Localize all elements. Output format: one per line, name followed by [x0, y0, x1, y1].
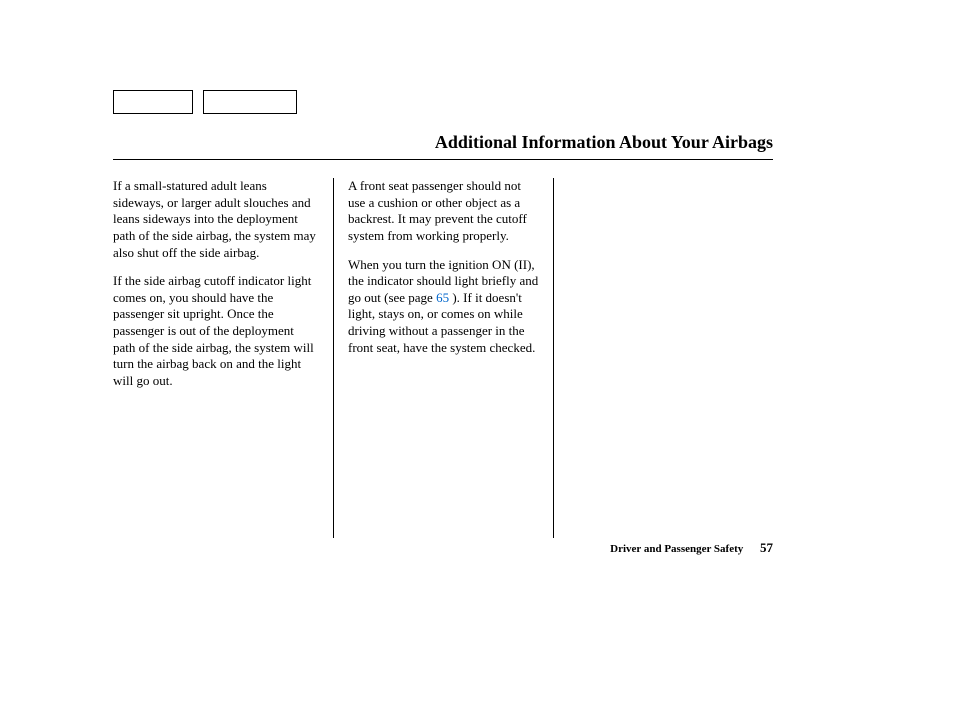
column-3 — [553, 178, 773, 538]
col2-para2: When you turn the ignition ON (II), the … — [348, 257, 539, 357]
col1-para1: If a small-statured adult leans sideways… — [113, 178, 319, 261]
nav-box-2[interactable] — [203, 90, 297, 114]
nav-box-1[interactable] — [113, 90, 193, 114]
column-1: If a small-statured adult leans sideways… — [113, 178, 333, 538]
page-number: 57 — [760, 540, 773, 555]
page-reference-link[interactable]: 65 — [436, 290, 449, 305]
col1-para2: If the side airbag cutoff indicator ligh… — [113, 273, 319, 389]
footer-section: Driver and Passenger Safety — [610, 543, 743, 555]
page-footer: Driver and Passenger Safety 57 — [113, 540, 773, 556]
col2-para1: A front seat passenger should not use a … — [348, 178, 539, 245]
page-content: Additional Information About Your Airbag… — [113, 90, 773, 538]
column-2: A front seat passenger should not use a … — [333, 178, 553, 538]
page-title: Additional Information About Your Airbag… — [113, 132, 773, 153]
nav-boxes — [113, 90, 773, 114]
header: Additional Information About Your Airbag… — [113, 132, 773, 160]
body-columns: If a small-statured adult leans sideways… — [113, 178, 773, 538]
